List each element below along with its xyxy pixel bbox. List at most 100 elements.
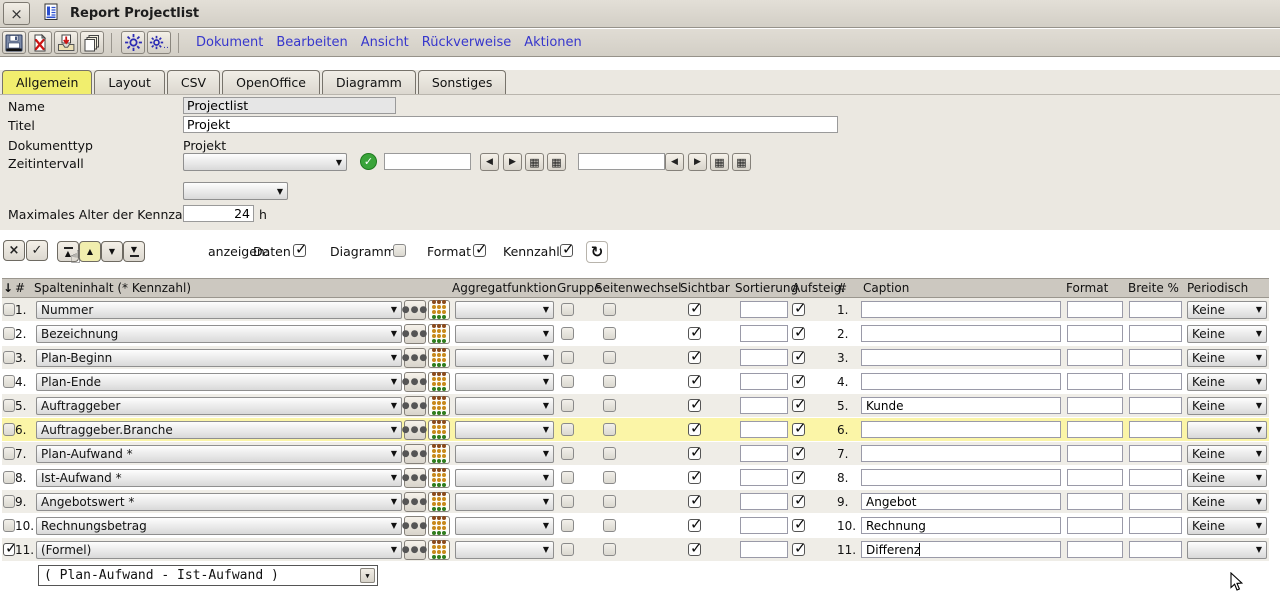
ellipsis-button[interactable]: ●●●: [404, 396, 426, 416]
date-from-input[interactable]: [384, 153, 471, 170]
periodisch-select[interactable]: Keine▼: [1187, 469, 1267, 487]
row-select-checkbox[interactable]: [3, 471, 15, 484]
date-from-calendar-icon[interactable]: ▦: [525, 153, 544, 171]
titel-input[interactable]: [183, 116, 838, 133]
spalteninhalt-select[interactable]: Angebotswert *▼: [36, 493, 402, 511]
breite-input[interactable]: [1129, 373, 1182, 390]
checkin-button[interactable]: [54, 31, 78, 54]
menu-dokument[interactable]: Dokument: [196, 35, 263, 50]
caption-input[interactable]: [861, 517, 1061, 534]
format-input[interactable]: [1067, 445, 1123, 462]
sortierung-input[interactable]: [740, 397, 788, 414]
aufsteig-checkbox[interactable]: [792, 495, 805, 508]
sichtbar-checkbox[interactable]: [688, 375, 701, 388]
ellipsis-button[interactable]: ●●●: [404, 300, 426, 320]
tab-sonstiges[interactable]: Sonstiges: [418, 70, 507, 94]
seitenwechsel-checkbox[interactable]: [603, 303, 616, 316]
sichtbar-checkbox[interactable]: [688, 327, 701, 340]
gruppe-checkbox[interactable]: [561, 423, 574, 436]
periodisch-select[interactable]: Keine▼: [1187, 349, 1267, 367]
aggregatfunktion-select[interactable]: ▼: [455, 349, 554, 367]
caption-input[interactable]: [861, 445, 1061, 462]
max-alter-input[interactable]: [183, 205, 254, 222]
caption-input[interactable]: [861, 373, 1061, 390]
kennzahl-checkbox[interactable]: [560, 244, 573, 257]
aggregatfunktion-select[interactable]: ▼: [455, 517, 554, 535]
seitenwechsel-checkbox[interactable]: [603, 447, 616, 460]
formel-dropdown-button[interactable]: ▼: [360, 568, 375, 583]
periodisch-select[interactable]: Keine▼: [1187, 325, 1267, 343]
row-select-checkbox[interactable]: [3, 543, 15, 556]
kennzahl-matrix-button[interactable]: [428, 420, 450, 440]
gruppe-checkbox[interactable]: [561, 495, 574, 508]
aggregatfunktion-select[interactable]: ▼: [455, 301, 554, 319]
format-checkbox[interactable]: [473, 244, 486, 257]
menu-bearbeiten[interactable]: Bearbeiten: [276, 35, 347, 50]
ellipsis-button[interactable]: ●●●: [404, 516, 426, 536]
periodisch-select[interactable]: Keine▼: [1187, 301, 1267, 319]
breite-input[interactable]: [1129, 349, 1182, 366]
formel-combobox[interactable]: ( Plan-Aufwand - Ist-Aufwand ) ▼: [38, 565, 378, 586]
format-input[interactable]: [1067, 421, 1123, 438]
aufsteig-checkbox[interactable]: [792, 519, 805, 532]
periodisch-select[interactable]: ▼: [1187, 421, 1267, 439]
format-input[interactable]: [1067, 469, 1123, 486]
spalteninhalt-select[interactable]: Rechnungsbetrag▼: [36, 517, 402, 535]
configure-more-button[interactable]: ..: [147, 31, 171, 54]
sichtbar-checkbox[interactable]: [688, 399, 701, 412]
spalteninhalt-select[interactable]: Auftraggeber.Branche▼: [36, 421, 402, 439]
sortierung-input[interactable]: [740, 301, 788, 318]
spalteninhalt-select[interactable]: Nummer▼: [36, 301, 402, 319]
tab-openoffice[interactable]: OpenOffice: [222, 70, 320, 94]
zeitintervall-unit-select[interactable]: ▼: [183, 182, 288, 200]
menu-rueckverweise[interactable]: Rückverweise: [422, 35, 511, 50]
aufsteig-checkbox[interactable]: [792, 423, 805, 436]
menu-ansicht[interactable]: Ansicht: [361, 35, 409, 50]
gruppe-checkbox[interactable]: [561, 519, 574, 532]
aufsteig-checkbox[interactable]: [792, 351, 805, 364]
sichtbar-checkbox[interactable]: [688, 543, 701, 556]
sichtbar-checkbox[interactable]: [688, 351, 701, 364]
row-select-checkbox[interactable]: [3, 519, 15, 532]
format-input[interactable]: [1067, 301, 1123, 318]
caption-input[interactable]: [861, 349, 1061, 366]
breite-input[interactable]: [1129, 421, 1182, 438]
gruppe-checkbox[interactable]: [561, 399, 574, 412]
date-to-input[interactable]: [578, 153, 665, 170]
zeitintervall-select[interactable]: ▼: [183, 153, 347, 171]
caption-input[interactable]: [861, 541, 1061, 558]
tab-allgemein[interactable]: Allgemein: [2, 70, 92, 94]
aggregatfunktion-select[interactable]: ▼: [455, 397, 554, 415]
tab-diagramm[interactable]: Diagramm: [322, 70, 416, 94]
seitenwechsel-checkbox[interactable]: [603, 519, 616, 532]
gruppe-checkbox[interactable]: [561, 303, 574, 316]
breite-input[interactable]: [1129, 517, 1182, 534]
tab-layout[interactable]: Layout: [94, 70, 165, 94]
date-from-next-button[interactable]: ▶: [503, 153, 522, 171]
sichtbar-checkbox[interactable]: [688, 423, 701, 436]
row-select-checkbox[interactable]: [3, 423, 15, 436]
ellipsis-button[interactable]: ●●●: [404, 540, 426, 560]
date-from-prev-button[interactable]: ◀: [480, 153, 499, 171]
kennzahl-matrix-button[interactable]: [428, 516, 450, 536]
row-select-checkbox[interactable]: [3, 399, 15, 412]
kennzahl-matrix-button[interactable]: [428, 468, 450, 488]
row-select-checkbox[interactable]: [3, 303, 15, 316]
aufsteig-checkbox[interactable]: [792, 447, 805, 460]
sortierung-input[interactable]: [740, 541, 788, 558]
configure-button[interactable]: [121, 31, 145, 54]
aggregatfunktion-select[interactable]: ▼: [455, 541, 554, 559]
row-select-checkbox[interactable]: [3, 351, 15, 364]
move-bottom-button[interactable]: ▼: [123, 241, 145, 262]
ellipsis-button[interactable]: ●●●: [404, 492, 426, 512]
sichtbar-checkbox[interactable]: [688, 447, 701, 460]
kennzahl-matrix-button[interactable]: [428, 348, 450, 368]
aufsteig-checkbox[interactable]: [792, 471, 805, 484]
move-down-button[interactable]: ▼: [101, 241, 123, 262]
row-select-checkbox[interactable]: [3, 327, 15, 340]
sort-down-icon[interactable]: ↓: [2, 279, 15, 297]
close-window-button[interactable]: ×: [3, 2, 30, 25]
kennzahl-matrix-button[interactable]: [428, 396, 450, 416]
kennzahl-matrix-button[interactable]: [428, 300, 450, 320]
aufsteig-checkbox[interactable]: [792, 375, 805, 388]
